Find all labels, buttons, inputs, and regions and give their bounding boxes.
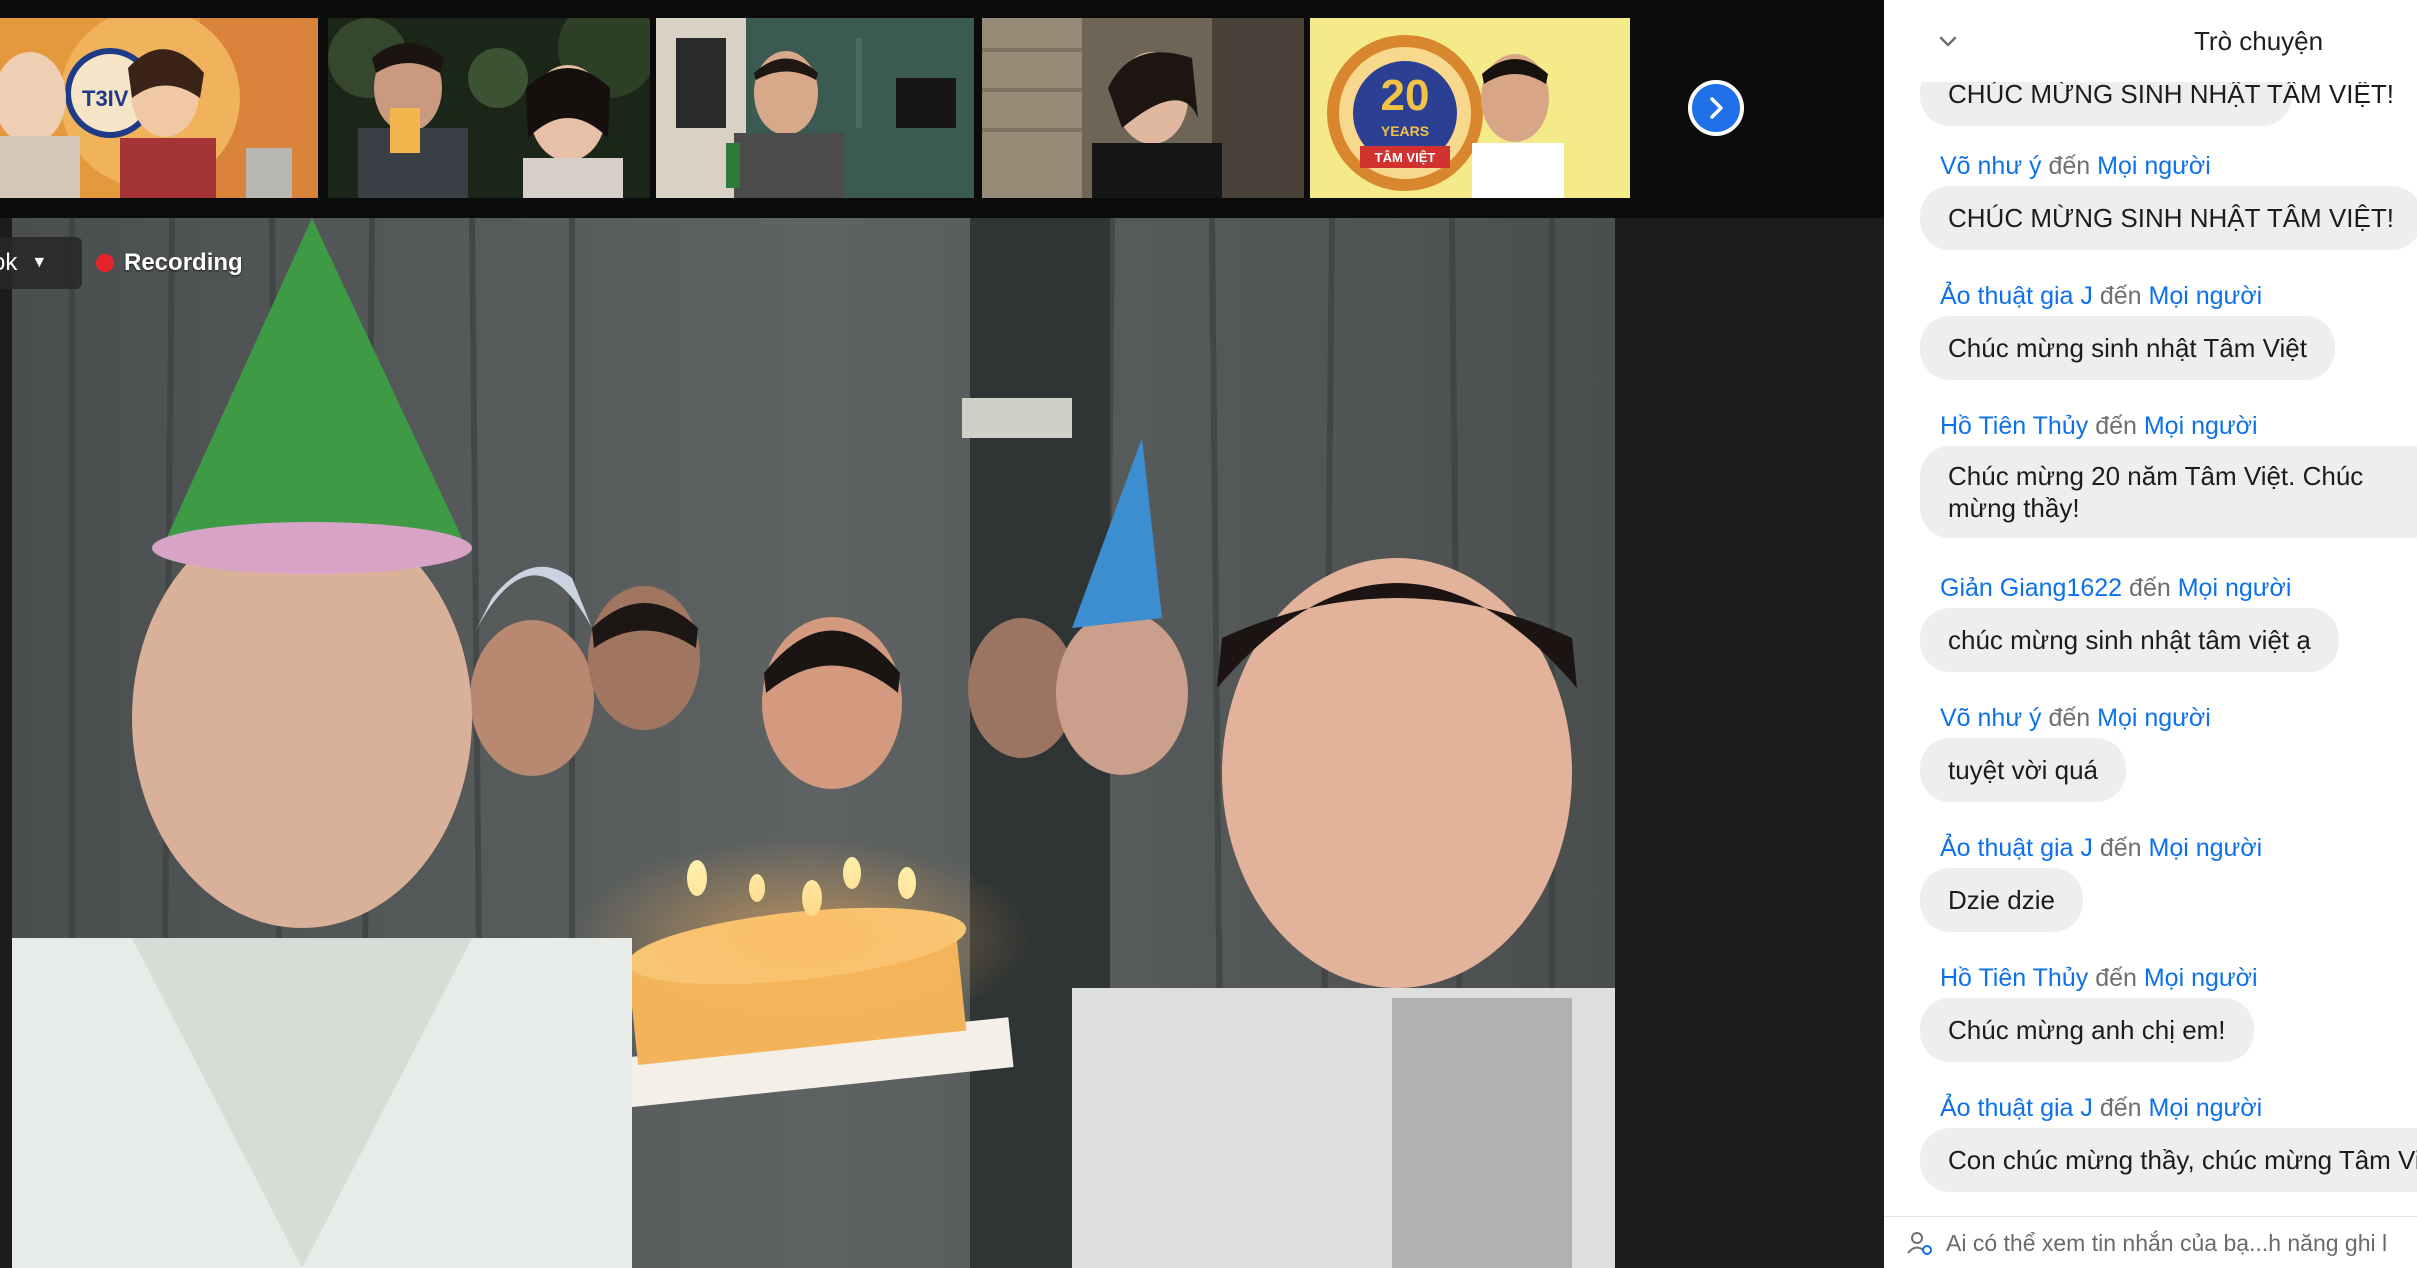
participant-thumbnail-4[interactable]: [982, 18, 1304, 198]
recording-dot-icon: [96, 254, 114, 272]
chat-sender-line: Hồ Tiên Thủy đến Mọi người: [1940, 412, 2258, 441]
chat-sender-name[interactable]: Ảo thuật gia J: [1940, 282, 2093, 310]
chat-to-word: đến: [2099, 834, 2142, 862]
participant-video-5: 20 YEARS TÂM VIỆT: [1310, 18, 1630, 198]
chat-sender-line: Ảo thuật gia J đến Mọi người: [1940, 1094, 2262, 1123]
chat-message-bubble: chúc mừng sinh nhật tâm việt ạ: [1920, 608, 2339, 672]
chat-message-bubble: tuyệt vời quá: [1920, 738, 2127, 802]
chevron-right-icon: [1710, 97, 1723, 119]
chat-recipient: Mọi người: [2143, 412, 2258, 440]
participant-thumbnail-5[interactable]: 20 YEARS TÂM VIỆT: [1310, 18, 1630, 198]
chat-message-input[interactable]: [1944, 1228, 2408, 1258]
chat-sender-line: Hồ Tiên Thủy đến Mọi người: [1940, 964, 2258, 993]
chat-sender-name[interactable]: Hồ Tiên Thủy: [1940, 964, 2088, 992]
chat-recipient: Mọi người: [2148, 282, 2263, 310]
caret-down-icon: ▼: [31, 254, 48, 271]
logo-years-number: 20: [1381, 71, 1430, 120]
recording-label: Recording: [124, 249, 243, 276]
participant-thumbnail-1[interactable]: T3IV MA: [0, 18, 318, 198]
chat-sender-name[interactable]: Võ như ý: [1940, 152, 2042, 180]
chat-to-word: đến: [2099, 282, 2142, 310]
chat-sender-line: Võ như ý đến Mọi người: [1940, 704, 2211, 733]
chat-message-bubble: Chúc mừng 20 năm Tâm Việt. Chúc mừng thầ…: [1920, 446, 2417, 538]
recording-indicator[interactable]: Recording: [96, 240, 243, 286]
active-speaker-video: [12, 218, 1615, 1268]
chat-recipient: Mọi người: [2097, 152, 2211, 180]
chat-sender-line: Ảo thuật gia J đến Mọi người: [1940, 282, 2262, 311]
chat-to-word: đến: [2095, 412, 2137, 440]
logo-brand: TÂM VIỆT: [1375, 150, 1436, 165]
participant-video-2: [328, 18, 650, 198]
participant-video-1: T3IV MA: [0, 18, 318, 198]
participant-video-3: [656, 18, 974, 198]
chat-message-bubble: Chúc mừng anh chị em!: [1920, 998, 2254, 1062]
chat-title: Trò chuyện: [2194, 26, 2324, 56]
next-page-button[interactable]: [1688, 80, 1744, 136]
chat-to-word: đến: [2048, 704, 2091, 732]
chat-to-word: đến: [2048, 152, 2091, 180]
chat-message-bubble: Dzie dzie: [1920, 868, 2083, 932]
view-options-menu[interactable]: ok ▼: [0, 237, 82, 289]
chat-message-bubble: Con chúc mừng thầy, chúc mừng Tâm Việt: [1920, 1128, 2417, 1192]
view-options-label: ok: [0, 249, 18, 276]
chat-message-bubble: Chúc mừng sinh nhật Tâm Việt: [1920, 316, 2335, 380]
chat-sender-name[interactable]: Hồ Tiên Thủy: [1940, 412, 2088, 440]
chat-sender-line: Ảo thuật gia J đến Mọi người: [1940, 834, 2262, 863]
chat-sender-name[interactable]: Ảo thuật gia J: [1940, 834, 2093, 862]
participant-thumbnail-2[interactable]: [328, 18, 650, 198]
participant-video-4: [982, 18, 1304, 198]
chat-recipient: Mọi người: [2177, 574, 2292, 602]
chat-to-word: đến: [2099, 1094, 2142, 1122]
chat-panel: Trò chuyện CHÚC MỪNG SINH NHẬT TÂM VIỆT!…: [1884, 0, 2417, 1268]
video-area: T3IV MA 20 YEARS TÂM VIỆT k ▼ Recording: [0, 0, 1884, 1268]
chat-to-word: đến: [2095, 964, 2137, 992]
chat-recipient: Mọi người: [2143, 964, 2258, 992]
logo-years-label: YEARS: [1381, 123, 1429, 139]
chat-message-bubble: CHÚC MỪNG SINH NHẬT TÂM VIỆT!: [1920, 82, 2394, 126]
chat-sender-name[interactable]: Giản Giang1622: [1940, 574, 2122, 602]
person-visibility-icon[interactable]: [1904, 1228, 1934, 1258]
speaker-video-frame: [12, 218, 1615, 1268]
chat-sender-name[interactable]: Ảo thuật gia J: [1940, 1094, 2093, 1122]
chevron-down-icon[interactable]: [1934, 28, 1962, 56]
chat-recipient: Mọi người: [2148, 834, 2263, 862]
participant-thumbnail-strip: T3IV MA 20 YEARS TÂM VIỆT: [0, 0, 1884, 218]
chat-recipient: Mọi người: [2097, 704, 2211, 732]
chat-message-list[interactable]: CHÚC MỪNG SINH NHẬT TÂM VIỆT! Võ như ý đ…: [1884, 82, 2417, 1216]
chat-message-bubble: CHÚC MỪNG SINH NHẬT TÂM VIỆT!: [1920, 186, 2417, 250]
chat-sender-line: Võ như ý đến Mọi người: [1940, 152, 2211, 181]
chat-sender-name[interactable]: Võ như ý: [1940, 704, 2042, 732]
chat-header: Trò chuyện: [1884, 0, 2417, 82]
chat-sender-line: Giản Giang1622 đến Mọi người: [1940, 574, 2291, 603]
chat-input-bar: [1884, 1216, 2417, 1268]
chat-to-word: đến: [2129, 574, 2171, 602]
chat-recipient: Mọi người: [2148, 1094, 2263, 1122]
participant-thumbnail-3[interactable]: [656, 18, 974, 198]
